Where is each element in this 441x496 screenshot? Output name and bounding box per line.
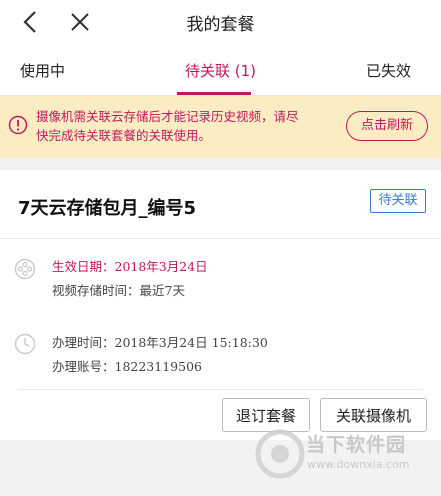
tab-expired[interactable]: 已失效 bbox=[366, 60, 411, 81]
watermark-text: 当下软件园 bbox=[306, 434, 407, 456]
active-tab-indicator bbox=[177, 92, 251, 95]
notice-line-1: 摄像机需关联云存储后才能记录历史视频，请尽 bbox=[36, 109, 299, 124]
refresh-button[interactable]: 点击刷新 bbox=[346, 111, 428, 141]
storage-time: 视频存储时间：最近7天 bbox=[52, 283, 185, 298]
account-number: 办理账号：18223119506 bbox=[52, 359, 202, 374]
process-time: 办理时间：2018年3月24日 15:18:30 bbox=[52, 335, 268, 350]
plan-name: 7天云存储包月_编号5 bbox=[18, 198, 197, 219]
notice-banner: 摄像机需关联云存储后才能记录历史视频，请尽 快完成待关联套餐的关联使用。 点击刷… bbox=[0, 96, 441, 158]
notice-message: 摄像机需关联云存储后才能记录历史视频，请尽 快完成待关联套餐的关联使用。 bbox=[36, 107, 336, 145]
page-title: 我的套餐 bbox=[186, 15, 255, 35]
watermark-url: www.downxia.com bbox=[307, 458, 410, 471]
clock-icon bbox=[14, 333, 36, 355]
warning-icon bbox=[8, 115, 28, 135]
notice-line-2: 快完成待关联套餐的关联使用。 bbox=[36, 128, 212, 143]
title-bar: 我的套餐 bbox=[0, 0, 441, 44]
tab-bar: 使用中 待关联 (1) 已失效 bbox=[0, 44, 441, 96]
effective-date: 生效日期：2018年3月24日 bbox=[52, 259, 208, 274]
plan-card: 7天云存储包月_编号5 待关联 生效日期：2018年3月24日 视频存储时间：最… bbox=[0, 170, 441, 440]
divider bbox=[0, 238, 441, 239]
status-badge: 待关联 bbox=[370, 189, 426, 213]
divider bbox=[18, 389, 423, 390]
film-reel-icon bbox=[14, 258, 36, 280]
